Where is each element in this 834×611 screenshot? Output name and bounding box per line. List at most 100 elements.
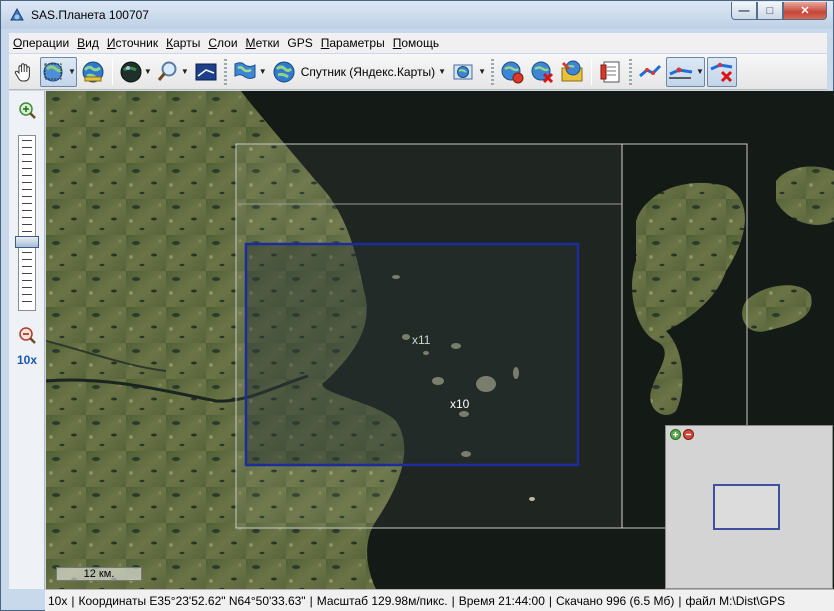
globe-icon [82,61,104,82]
chevron-down-icon: ▼ [478,67,486,76]
ball-folder-icon [561,60,583,81]
status-scale: Масштаб 129.98м/пикс. [316,593,448,608]
window-title: SAS.Планета 100707 [31,8,149,22]
planet-button[interactable]: ▼ [118,57,153,87]
menu-bar: Операции Вид Источник Карты Слои Метки G… [9,33,827,53]
status-file: файл M:\Dist\GPS [685,593,786,608]
map-view-button[interactable] [192,57,220,87]
menu-view-mnemonic: В [77,36,86,50]
chevron-down-icon: ▼ [68,67,76,76]
gps-track-button[interactable] [636,57,664,87]
status-zoom: 10x [48,593,68,608]
menu-operations-label: перации [22,36,70,50]
app-logo-icon [10,7,24,21]
map-source-label: Спутник (Яндекс.Карты) [300,64,436,79]
status-time: Время 21:44:00 [458,593,545,608]
zoom-out-icon[interactable] [17,326,37,346]
zoom-slider-ticks [22,140,32,306]
menu-gps[interactable]: GPS [283,36,316,50]
status-bar: 10x | Координаты E35°23'52.62" N64°50'33.… [45,589,834,611]
globe-button[interactable] [79,57,107,87]
menu-help-label: омощь [401,36,440,50]
select-region-button[interactable]: ▼ [40,56,77,87]
menu-layers-mnemonic: С [208,36,218,50]
chevron-down-icon: ▼ [258,67,267,76]
layers-icon [453,64,473,79]
ball-download-icon [501,61,524,83]
menu-marks-mnemonic: М [245,36,256,50]
map-view-icon [195,63,217,80]
magnifier-icon [157,61,177,81]
toolbar-grip[interactable] [628,58,632,85]
menu-gps-label: GPS [287,36,313,50]
document-list-icon [600,61,620,82]
planet-icon [120,61,142,82]
map-source-selector[interactable]: Спутник (Яндекс.Карты) ▼ [269,60,449,84]
gps-delete-button[interactable] [706,56,737,87]
menu-operations-mnemonic: О [13,36,23,50]
marks-list-button[interactable] [597,57,625,87]
menu-layers[interactable]: Слои [204,36,241,50]
maximize-button[interactable]: □ [757,2,783,20]
toolbar-grip[interactable] [223,58,227,85]
menu-settings-label: араметры [329,36,385,50]
zoom-panel: 10x [9,91,45,589]
chevron-down-icon: ▼ [695,67,704,76]
menu-layers-label: лои [217,36,238,50]
menu-source-label: сточник [115,36,159,50]
status-coordinates: Координаты E35°23'52.62" N64°50'33.63" [78,593,306,608]
export-tiles-button[interactable] [558,57,586,87]
toolbar-separator [590,58,592,85]
chevron-down-icon: ▼ [180,67,189,76]
title-bar[interactable]: SAS.Планета 100707 — □ ✕ [1,1,833,29]
gps-track-icon [639,64,662,77]
scale-bar-label: 12 км. [83,568,115,580]
map-view[interactable]: x11 x10 12 км. [46,91,834,589]
gps-route-button[interactable]: ▼ [665,56,705,87]
menu-source[interactable]: Источник [103,36,162,50]
menu-marks[interactable]: Метки [242,36,284,50]
menu-marks-label: етки [255,36,280,50]
pan-tool-button[interactable] [10,57,38,87]
close-button[interactable]: ✕ [783,2,827,20]
delete-tiles-button[interactable] [528,57,556,87]
chevron-down-icon: ▼ [143,67,152,76]
toolbar-grip[interactable] [490,58,494,85]
app-window: SAS.Планета 100707 — □ ✕ Операции Вид Ис… [0,0,834,611]
chevron-down-icon: ▼ [438,67,447,76]
menu-help[interactable]: Помощь [389,36,443,50]
zoom-slider[interactable] [18,135,36,311]
menu-source-mnemonic: И [106,36,116,50]
world-flag-button[interactable]: ▼ [231,57,268,87]
main-toolbar: ▼ ▼ ▼ ▼ Спутник (Яндекс.Карты) ▼ ▼ ▼ [9,54,827,90]
world-flag-icon [234,61,256,79]
hand-pan-icon [14,62,30,81]
minimap-zoom-in-icon[interactable] [670,429,681,440]
ball-delete-icon [531,61,554,83]
toolbar-separator [111,58,113,85]
zoom-marker-x11: x11 [412,333,431,347]
globe-source-icon [273,61,295,82]
menu-maps-label: арты [173,36,201,50]
gps-route-icon [668,67,693,79]
menu-view-label: ид [85,36,99,50]
menu-view[interactable]: Вид [73,36,103,50]
zoom-level-label: 10x [16,353,38,367]
select-region-icon [43,62,63,81]
minimize-button[interactable]: — [731,2,757,20]
selection-region [244,242,580,467]
menu-settings[interactable]: Параметры [317,36,389,50]
zoom-slider-thumb[interactable] [15,236,39,248]
download-tiles-button[interactable] [498,57,526,87]
gps-delete-icon [710,62,733,82]
menu-maps[interactable]: Карты [162,36,204,50]
mini-map[interactable] [665,425,833,589]
zoom-marker-x10: x10 [450,397,470,411]
menu-operations[interactable]: Операции [9,36,73,50]
status-downloaded: Скачано 996 (6.5 Мб) [556,593,675,608]
layers-button[interactable]: ▼ [450,57,487,87]
scale-bar: 12 км. [56,567,142,581]
zoom-tool-button[interactable]: ▼ [155,57,190,87]
zoom-in-icon[interactable] [17,101,37,121]
minimap-zoom-out-icon[interactable] [683,429,694,440]
